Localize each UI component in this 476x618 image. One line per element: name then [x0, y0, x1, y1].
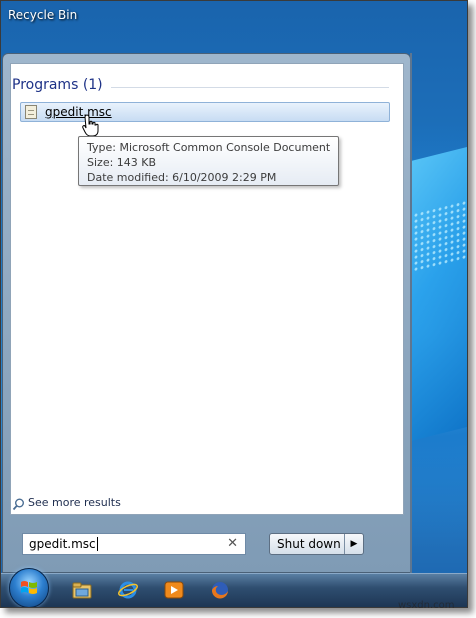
- start-menu-results-pane: [10, 63, 404, 515]
- heading-divider: [111, 87, 389, 88]
- media-player-icon[interactable]: [163, 579, 185, 601]
- file-info-tooltip: Type: Microsoft Common Console Document …: [78, 136, 339, 186]
- tooltip-date: Date modified: 6/10/2009 2:29 PM: [87, 171, 277, 184]
- windows-explorer-icon[interactable]: [71, 579, 93, 601]
- search-input[interactable]: gpedit.msc ✕: [22, 533, 246, 555]
- document-icon: [25, 105, 37, 119]
- hand-cursor-icon: [82, 114, 99, 137]
- result-item-label[interactable]: gpedit.msc: [45, 105, 112, 119]
- shutdown-button[interactable]: Shut down ▶: [269, 533, 364, 555]
- internet-explorer-icon[interactable]: [117, 579, 139, 601]
- start-button[interactable]: [9, 568, 49, 607]
- programs-heading: Programs (1): [12, 77, 103, 93]
- magnifier-icon: [12, 498, 24, 511]
- windows-flag-icon: [21, 581, 37, 594]
- firefox-icon[interactable]: [209, 579, 231, 601]
- shutdown-label: Shut down: [277, 537, 341, 551]
- search-input-value: gpedit.msc: [29, 537, 96, 551]
- see-more-results-link[interactable]: See more results: [28, 496, 121, 509]
- start-menu: Programs (1) gpedit.msc Type: Microsoft …: [2, 53, 411, 573]
- shutdown-options-arrow-icon[interactable]: ▶: [344, 534, 363, 554]
- watermark-text: wsxdn.com: [398, 600, 455, 611]
- screenshot-frame: Recycle Bin Programs (1) gpedit.msc Type…: [0, 0, 468, 608]
- result-item-gpedit[interactable]: gpedit.msc: [20, 102, 390, 122]
- tooltip-size: Size: 143 KB: [87, 156, 157, 169]
- tooltip-type: Type: Microsoft Common Console Document: [87, 141, 331, 154]
- text-caret: [96, 537, 98, 551]
- windows-logo-wallpaper: [411, 141, 467, 441]
- clear-search-icon[interactable]: ✕: [227, 536, 238, 551]
- recycle-bin-label[interactable]: Recycle Bin: [8, 8, 77, 22]
- start-menu-edge: [410, 53, 412, 573]
